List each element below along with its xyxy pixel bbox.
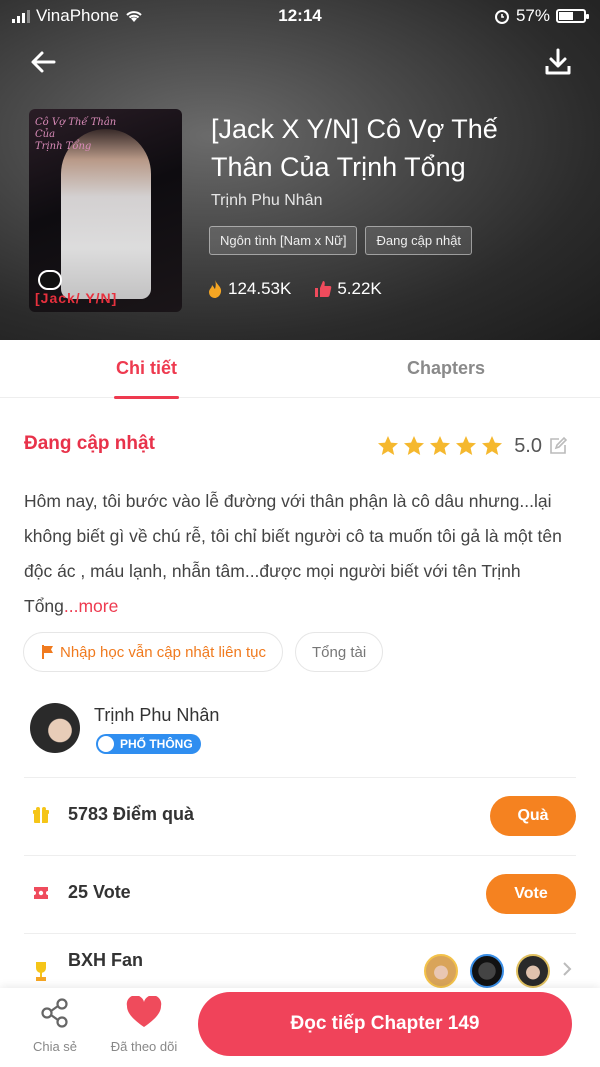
follow-label: Đã theo dõi (110, 1039, 178, 1054)
view-count: 124.53K (228, 279, 292, 298)
thumbs-up-icon (315, 281, 332, 297)
book-title: [Jack X Y/N] Cô Vợ Thế Thân Của Trịnh Tổ… (211, 114, 498, 182)
tab-bar: Chi tiết Chapters (0, 340, 600, 399)
battery-percent: 57% (515, 6, 550, 25)
star-icon (456, 436, 477, 455)
back-arrow-icon[interactable] (26, 44, 62, 80)
tab-detail[interactable]: Chi tiết (114, 358, 179, 399)
genre-tags: Ngôn tình [Nam x Nữ] Đang cập nhật (209, 226, 473, 255)
author-card[interactable]: Trịnh Phu Nhân PHỔ THÔNG (0, 692, 600, 778)
share-button[interactable]: Chia sẻ (28, 996, 82, 1054)
trophy-icon (36, 962, 46, 981)
fan-ranking-row[interactable]: BXH Fan (0, 944, 600, 988)
author-name[interactable]: Trịnh Phu Nhân (94, 705, 219, 726)
divider (24, 933, 576, 934)
book-author[interactable]: Trịnh Phu Nhân (211, 192, 322, 210)
book-cover[interactable]: Cô Vợ Thế Thân Của Trịnh Tổng [Jack/ Y/N] (29, 109, 182, 312)
more-link[interactable]: ...more (64, 596, 118, 616)
fan-avatars (424, 954, 550, 988)
fan-ranking-label: BXH Fan (68, 950, 144, 970)
tag-status[interactable]: Đang cập nhật (365, 226, 473, 255)
star-icon (404, 436, 425, 455)
rating[interactable]: 5.0 (376, 434, 568, 458)
book-hero: VinaPhone 12:14 57% Cô Vợ Thế Thân Của Trị… (0, 0, 600, 340)
gift-row: 5783 Điểm quà Quà (0, 786, 600, 846)
update-status: Đang cập nhật (24, 433, 155, 454)
divider (24, 855, 576, 856)
chevron-right-icon (563, 962, 572, 976)
chip-tong-tai[interactable]: Tổng tài (294, 632, 384, 672)
edit-icon[interactable] (548, 436, 568, 456)
vote-row: 25 Vote Vote (0, 864, 600, 924)
vote-count: 25 Vote (68, 882, 131, 902)
tag-genre[interactable]: Ngôn tình [Nam x Nữ] (209, 226, 358, 255)
topic-chips: Nhập học vẫn cập nhật liên tục Tổng tài (23, 632, 384, 672)
fan-avatar (470, 954, 504, 988)
vote-button[interactable]: Vote (486, 874, 576, 914)
battery-icon (556, 9, 589, 23)
fan-avatar (516, 954, 550, 988)
tab-chapters[interactable]: Chapters (407, 358, 485, 379)
chat-bubble-icon (38, 270, 62, 290)
heart-icon (126, 995, 162, 1027)
star-icon (482, 436, 503, 455)
chip-update-notice[interactable]: Nhập học vẫn cập nhật liên tục (23, 632, 283, 672)
gift-icon (33, 807, 49, 823)
gift-button[interactable]: Quà (490, 796, 576, 836)
share-label: Chia sẻ (32, 1039, 78, 1054)
cover-script-title: Cô Vợ Thế Thân Của Trịnh Tổng (35, 117, 117, 152)
flag-icon (42, 645, 53, 659)
rating-value: 5.0 (514, 434, 542, 457)
gift-points: 5783 Điểm quà (68, 804, 195, 824)
star-icon (430, 436, 451, 455)
author-level-badge: PHỔ THÔNG (96, 734, 201, 754)
follow-button[interactable]: Đã theo dõi (104, 995, 184, 1054)
status-bar: VinaPhone 12:14 57% (0, 0, 600, 32)
author-avatar[interactable] (30, 703, 80, 753)
fan-avatar (424, 954, 458, 988)
bottom-action-bar: Chia sẻ Đã theo dõi Đọc tiếp Chapter 149 (0, 988, 600, 1067)
drop-icon (98, 736, 114, 752)
download-icon[interactable] (540, 44, 576, 80)
fire-icon (209, 280, 222, 298)
share-icon (41, 998, 68, 1028)
book-stats: 124.53K 5.22K (206, 279, 382, 299)
like-count: 5.22K (337, 279, 382, 298)
alarm-icon (494, 10, 509, 24)
ticket-icon (34, 887, 48, 899)
star-icon (378, 436, 399, 455)
continue-reading-button[interactable]: Đọc tiếp Chapter 149 (198, 992, 572, 1056)
divider (24, 777, 576, 778)
book-description: Hôm nay, tôi bước vào lễ đường với thân … (24, 484, 564, 624)
book-detail-screen: VinaPhone 12:14 57% Cô Vợ Thế Thân Của Trị… (0, 0, 600, 1067)
cover-badge: [Jack/ Y/N] (35, 290, 118, 306)
